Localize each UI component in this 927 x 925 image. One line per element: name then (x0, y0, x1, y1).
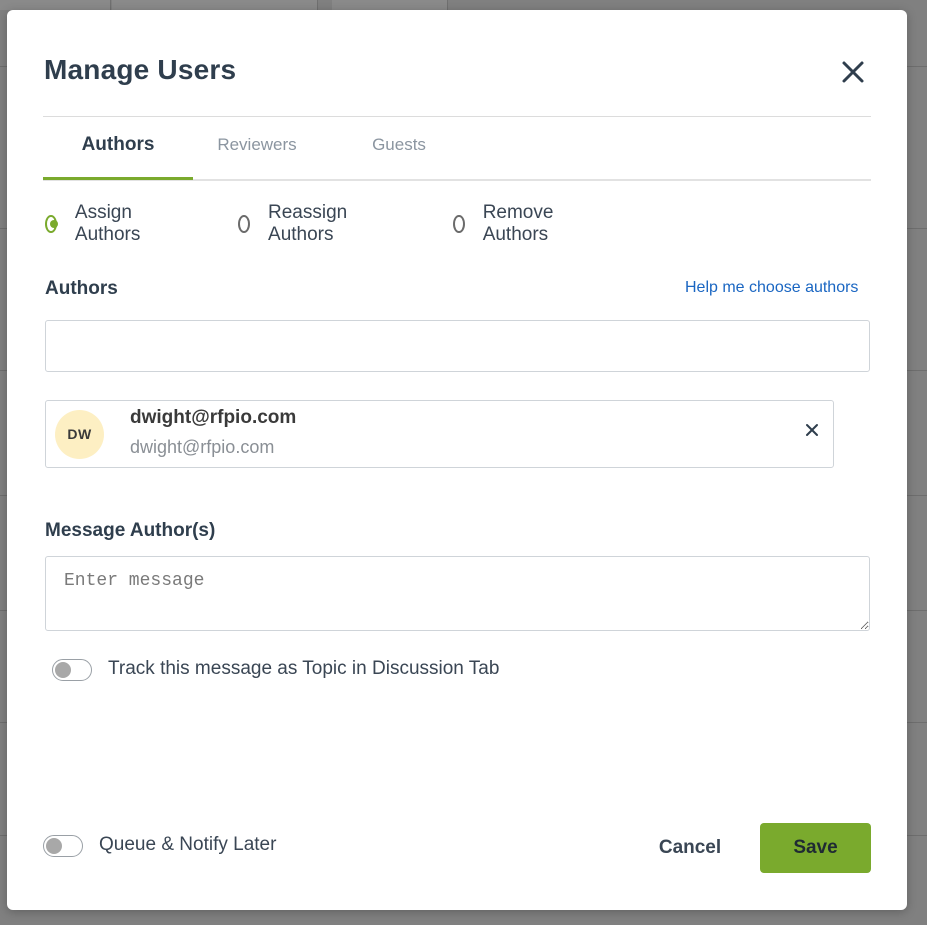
close-icon (806, 424, 818, 436)
tab-reviewers[interactable]: Reviewers (193, 117, 321, 179)
radio-checked-icon (45, 215, 58, 233)
author-email: dwight@rfpio.com (130, 437, 275, 457)
author-name: dwight@rfpio.com (130, 407, 297, 428)
authors-label: Authors (45, 278, 118, 299)
background-tab (0, 0, 111, 10)
radio-label: Reassign Authors (268, 202, 348, 245)
avatar: DW (55, 410, 104, 459)
track-topic-toggle[interactable] (52, 659, 92, 681)
remove-author-button[interactable] (804, 422, 820, 438)
tab-authors[interactable]: Authors (43, 117, 193, 180)
toggle-knob (46, 838, 62, 854)
close-icon (842, 61, 864, 83)
queue-notify-toggle[interactable] (43, 835, 83, 857)
modal-title: Manage Users (44, 54, 237, 85)
help-choose-authors-link[interactable]: Help me choose authors (685, 279, 858, 297)
radio-assign-authors[interactable]: Assign Authors (45, 202, 146, 245)
radio-unchecked-icon (453, 215, 465, 233)
queue-notify-label: Queue & Notify Later (99, 834, 277, 855)
message-authors-label: Message Author(s) (45, 520, 216, 541)
manage-users-modal: Manage Users Authors Reviewers Guests As… (7, 10, 907, 910)
radio-remove-authors[interactable]: Remove Authors (453, 202, 560, 245)
background-tab (332, 0, 448, 10)
radio-label: Remove Authors (482, 202, 554, 245)
background-tab (112, 0, 318, 10)
cancel-button[interactable]: Cancel (642, 823, 738, 873)
tab-guests[interactable]: Guests (335, 117, 463, 179)
radio-label: Assign Authors (74, 202, 141, 245)
radio-reassign-authors[interactable]: Reassign Authors (238, 202, 353, 245)
message-textarea[interactable] (45, 556, 870, 631)
toggle-knob (55, 662, 71, 678)
save-button[interactable]: Save (760, 823, 871, 873)
radio-unchecked-icon (238, 215, 251, 233)
close-button[interactable] (837, 56, 869, 88)
authors-search-input[interactable] (45, 320, 870, 372)
selected-author-chip: DW dwight@rfpio.com dwight@rfpio.com (45, 400, 834, 468)
user-role-tabs: Authors Reviewers Guests (43, 117, 871, 181)
track-topic-label: Track this message as Topic in Discussio… (108, 658, 500, 679)
